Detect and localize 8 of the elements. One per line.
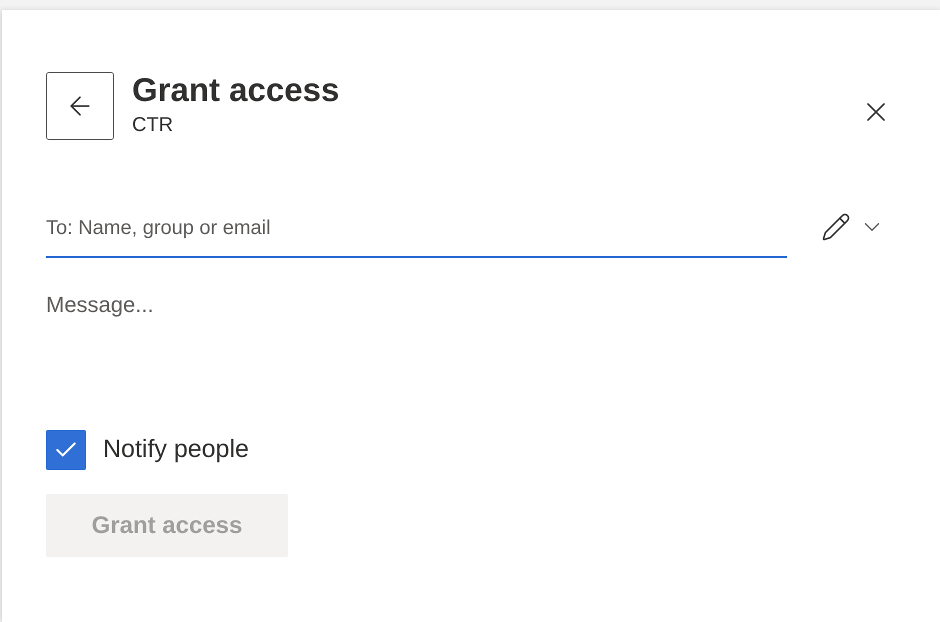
recipients-field[interactable]: To: Name, group or email xyxy=(46,210,787,258)
pencil-icon xyxy=(821,212,851,242)
notify-label: Notify people xyxy=(103,434,249,466)
back-button[interactable] xyxy=(46,72,114,140)
panel-subtitle: CTR xyxy=(132,113,174,138)
panel-title: Grant access xyxy=(132,70,340,110)
message-field[interactable]: Message... xyxy=(46,288,787,408)
notify-checkbox[interactable]: Notify people xyxy=(46,430,898,470)
